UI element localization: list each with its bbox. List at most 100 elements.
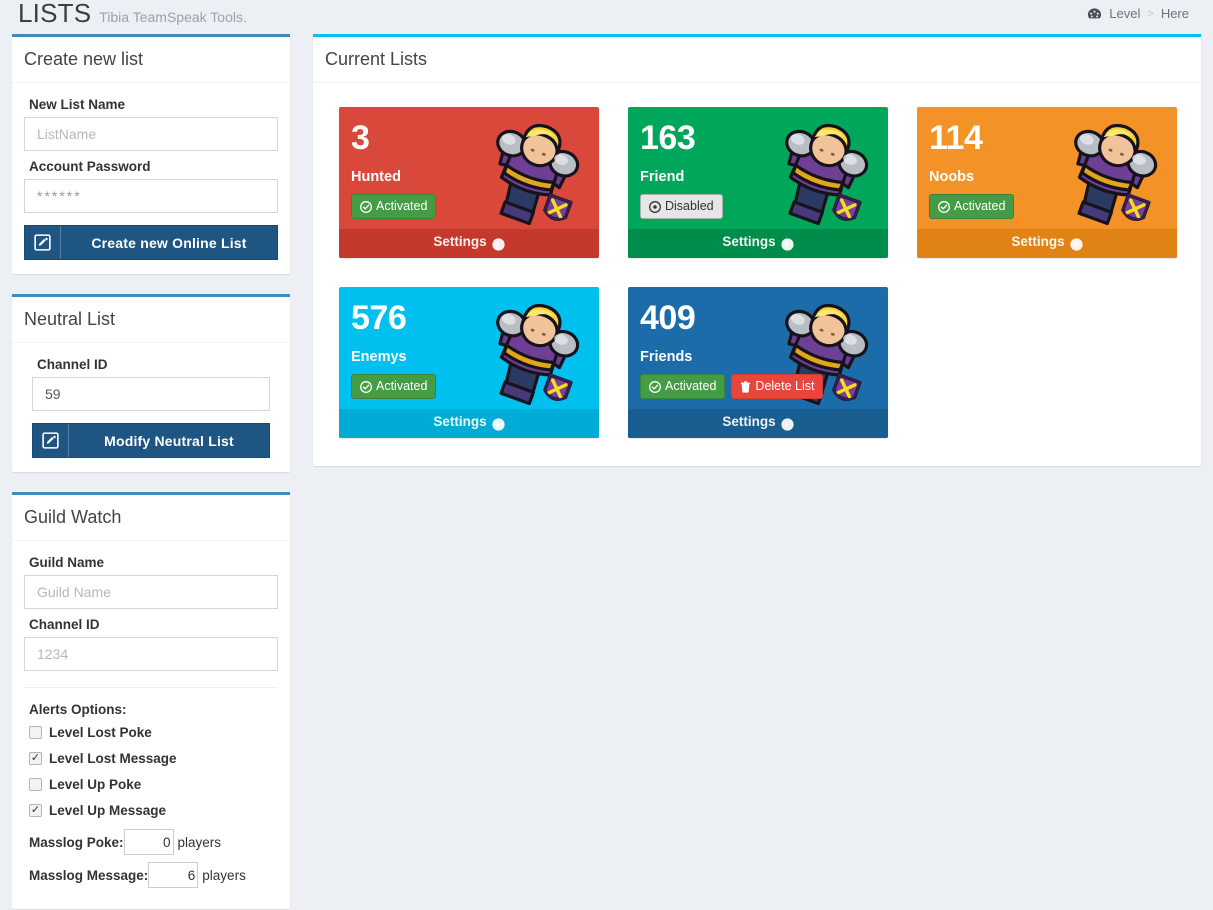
create-new-list-panel: Create new list New List Name Account Pa…: [12, 34, 290, 274]
activated-badge[interactable]: Activated: [351, 374, 437, 399]
create-new-list-title: Create new list: [24, 49, 144, 69]
new-list-name-label: New List Name: [29, 97, 126, 112]
settings-label: Settings: [1011, 234, 1065, 249]
alert-option-row: ✓ Level Lost Poke: [29, 725, 278, 740]
content-wrapper: Create new list New List Name Account Pa…: [0, 34, 1213, 910]
disabled-label: Disabled: [665, 199, 714, 213]
alert-option-row: ✓ Level Up Poke: [29, 777, 278, 792]
neutral-list-body: Channel ID Modify Neutral List: [12, 343, 290, 472]
list-card-name: Noobs: [929, 169, 975, 185]
guild-watch-divider: [24, 687, 278, 688]
arrow-circle-right-icon: [780, 416, 794, 431]
check-icon: ✓: [30, 804, 41, 816]
list-card: 163 Friend Disabled Settings: [628, 107, 888, 258]
neutral-channel-id-input[interactable]: [32, 377, 270, 411]
alert-option-row: ✓ Level Lost Message: [29, 751, 278, 766]
masslog-unit: players: [177, 834, 222, 850]
check-circle-icon: [938, 199, 950, 214]
list-card-name: Enemys: [351, 349, 407, 365]
list-card-settings-link[interactable]: Settings: [339, 229, 599, 258]
delete-list-button[interactable]: Delete List: [731, 374, 824, 399]
alert-option-label[interactable]: Level Up Poke: [49, 777, 141, 792]
settings-label: Settings: [433, 234, 487, 249]
alert-checkbox[interactable]: ✓: [29, 752, 42, 765]
current-lists-title: Current Lists: [325, 49, 428, 69]
list-card-name: Hunted: [351, 169, 401, 185]
alert-option-row: ✓ Level Up Message: [29, 803, 278, 818]
list-card-badges: Activated: [351, 194, 587, 219]
account-password-input[interactable]: [24, 179, 278, 213]
list-card-body: 3 Hunted Activated: [339, 107, 599, 229]
create-new-list-header: Create new list: [12, 37, 290, 83]
alert-option-label[interactable]: Level Lost Message: [49, 751, 177, 766]
list-card: 576 Enemys Activated Settings: [339, 287, 599, 438]
neutral-channel-id-label: Channel ID: [37, 357, 108, 372]
activated-label: Activated: [376, 379, 428, 393]
list-card-badges: Disabled: [640, 194, 876, 219]
list-card-count: 576: [351, 299, 407, 337]
activated-badge[interactable]: Activated: [929, 194, 1015, 219]
activated-badge[interactable]: Activated: [640, 374, 726, 399]
guild-channel-id-input[interactable]: [24, 637, 278, 671]
alert-option-label[interactable]: Level Up Message: [49, 803, 166, 818]
settings-label: Settings: [722, 414, 776, 429]
breadcrumb-root-link[interactable]: Level: [1109, 6, 1140, 21]
list-card-badges: Activated: [929, 194, 1165, 219]
masslog-settings-list: Masslog Poke: players Masslog Message: play…: [24, 829, 278, 888]
current-lists-panel: Current Lists 3 Hunted Activated Settings 16…: [313, 34, 1201, 466]
list-card-count: 163: [640, 119, 696, 157]
sidebar-column: Create new list New List Name Account Pa…: [12, 34, 290, 910]
new-list-name-input[interactable]: [24, 117, 278, 151]
modify-neutral-list-label: Modify Neutral List: [104, 432, 234, 449]
activated-badge[interactable]: Activated: [351, 194, 437, 219]
check-icon: ✓: [30, 752, 41, 764]
lists-grid: 3 Hunted Activated Settings 163 Friend Disable…: [339, 105, 1177, 442]
list-card-body: 163 Friend Disabled: [628, 107, 888, 229]
alert-checkbox[interactable]: ✓: [29, 726, 42, 739]
guild-name-input[interactable]: [24, 575, 278, 609]
arrow-circle-right-icon: [1069, 236, 1083, 251]
neutral-list-panel: Neutral List Channel ID Modify Neutral L…: [12, 294, 290, 472]
list-card-settings-link[interactable]: Settings: [628, 229, 888, 258]
page-subtitle: Tibia TeamSpeak Tools.: [99, 9, 247, 25]
activated-label: Activated: [376, 199, 428, 213]
app-header: LISTS Tibia TeamSpeak Tools. Level > Her…: [0, 0, 1213, 34]
ban-circle-icon: [649, 199, 661, 214]
disabled-badge[interactable]: Disabled: [640, 194, 723, 219]
activated-label: Activated: [665, 379, 717, 393]
guild-channel-id-label: Channel ID: [29, 617, 100, 632]
list-card-settings-link[interactable]: Settings: [628, 409, 888, 438]
header-title-group: LISTS Tibia TeamSpeak Tools.: [18, 0, 247, 26]
alert-checkbox[interactable]: ✓: [29, 778, 42, 791]
current-lists-body: 3 Hunted Activated Settings 163 Friend Disable…: [313, 83, 1201, 466]
list-card-settings-link[interactable]: Settings: [339, 409, 599, 438]
alerts-options-title: Alerts Options:: [29, 702, 127, 717]
guild-name-label: Guild Name: [29, 555, 105, 570]
masslog-input[interactable]: [148, 862, 199, 888]
alert-option-label[interactable]: Level Lost Poke: [49, 725, 152, 740]
list-card-count: 114: [929, 119, 983, 157]
check-circle-icon: [649, 379, 661, 394]
list-card-count: 3: [351, 119, 370, 157]
create-new-online-list-button[interactable]: Create new Online List: [24, 225, 278, 260]
masslog-label: Masslog Poke:: [29, 834, 124, 850]
dashboard-icon: [1087, 7, 1102, 21]
account-password-label: Account Password: [29, 159, 151, 174]
arrow-circle-right-icon: [780, 236, 794, 251]
arrow-circle-right-icon: [491, 236, 505, 251]
list-card-body: 114 Noobs Activated: [917, 107, 1177, 229]
list-card-settings-link[interactable]: Settings: [917, 229, 1177, 258]
edit-pencil-icon: [33, 424, 69, 457]
guild-watch-panel: Guild Watch Guild Name Channel ID Alerts…: [12, 492, 290, 909]
breadcrumb: Level > Here: [1087, 0, 1189, 21]
guild-watch-header: Guild Watch: [12, 495, 290, 541]
trash-icon: [740, 379, 751, 394]
breadcrumb-current: Here: [1160, 6, 1189, 21]
list-card-badges: Activated: [351, 374, 587, 399]
edit-pencil-icon: [25, 226, 61, 259]
modify-neutral-list-button[interactable]: Modify Neutral List: [32, 423, 270, 458]
masslog-input[interactable]: [123, 829, 174, 855]
create-new-list-body: New List Name Account Password Create ne…: [12, 83, 290, 274]
list-card: 409 Friends Activated Delete List Settings: [628, 287, 888, 438]
alert-checkbox[interactable]: ✓: [29, 804, 42, 817]
